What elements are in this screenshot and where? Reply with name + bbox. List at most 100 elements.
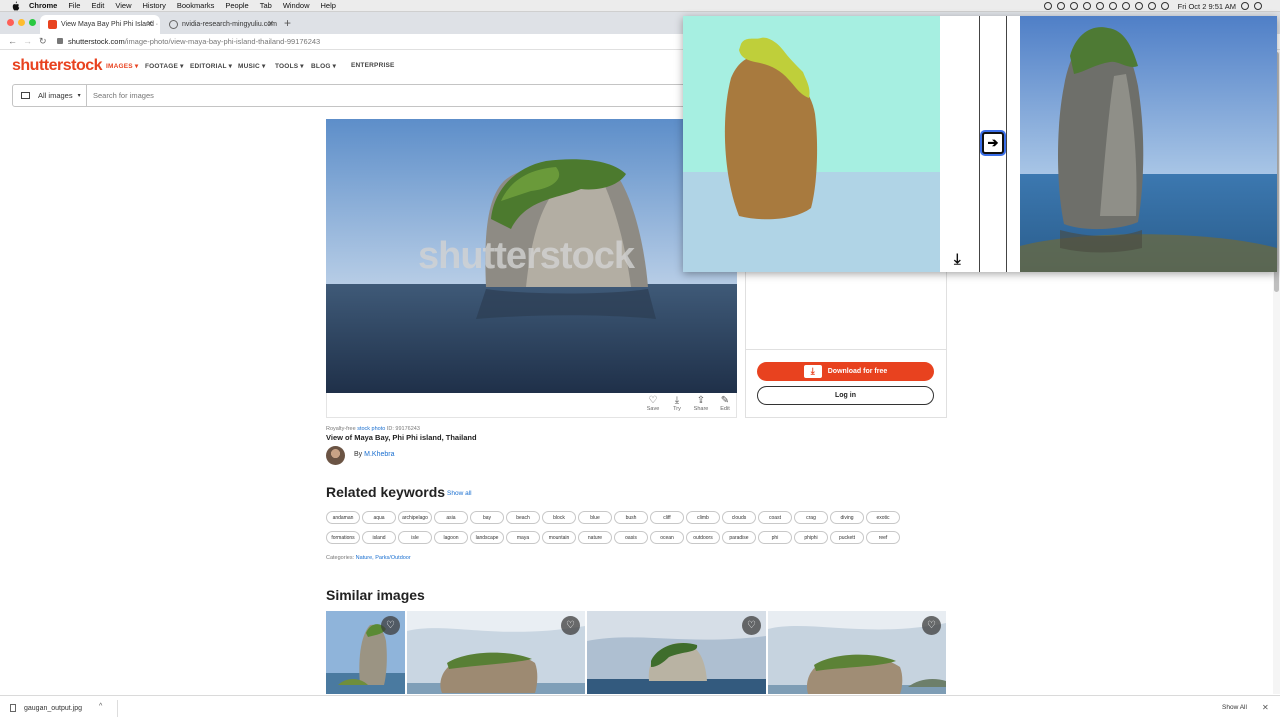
- keyword-chip[interactable]: outdoors: [686, 531, 720, 544]
- status-icon[interactable]: [1082, 2, 1091, 10]
- record-icon[interactable]: [1043, 2, 1052, 10]
- keyword-chip[interactable]: clouds: [722, 511, 756, 524]
- generated-output-image[interactable]: [1020, 16, 1277, 272]
- close-tab-icon[interactable]: ✕: [267, 19, 274, 28]
- minimize-window-button[interactable]: [18, 19, 25, 26]
- close-window-button[interactable]: [7, 19, 14, 26]
- keyword-chip[interactable]: phiphi: [794, 531, 828, 544]
- nav-images[interactable]: IMAGES ▾: [106, 62, 138, 70]
- back-arrow-icon[interactable]: ←: [8, 36, 17, 46]
- wifi-icon[interactable]: [1134, 2, 1143, 10]
- spotlight-icon[interactable]: [1241, 2, 1249, 10]
- downloaded-file-item[interactable]: gaugan_output.jpg: [10, 704, 82, 712]
- heart-icon[interactable]: ♡: [561, 616, 580, 635]
- status-icon[interactable]: [1095, 2, 1104, 10]
- keyword-chip[interactable]: bush: [614, 511, 648, 524]
- download-for-free-button[interactable]: ⤓ Download for free: [757, 362, 934, 381]
- share-button[interactable]: ⇪ Share: [690, 395, 712, 412]
- keyword-chip[interactable]: ocean: [650, 531, 684, 544]
- keyword-chip[interactable]: exotic: [866, 511, 900, 524]
- menu-file[interactable]: File: [68, 1, 80, 10]
- nav-music[interactable]: MUSIC ▾: [238, 62, 265, 70]
- menu-edit[interactable]: Edit: [91, 1, 104, 10]
- status-icon[interactable]: [1121, 2, 1130, 10]
- keyword-chip[interactable]: aqua: [362, 511, 396, 524]
- keyword-chip[interactable]: phi: [758, 531, 792, 544]
- heart-icon[interactable]: ♡: [381, 616, 400, 635]
- new-tab-button[interactable]: +: [284, 16, 291, 30]
- main-photo[interactable]: shutterstock: [326, 119, 737, 393]
- keyword-chip[interactable]: formations: [326, 531, 360, 544]
- keyword-chip[interactable]: oasis: [614, 531, 648, 544]
- stock-photo-link[interactable]: stock photo: [357, 426, 385, 432]
- zoom-window-button[interactable]: [29, 19, 36, 26]
- similar-image-3[interactable]: ♡: [587, 611, 766, 694]
- nav-editorial[interactable]: EDITORIAL ▾: [190, 62, 232, 70]
- similar-image-2[interactable]: ♡: [407, 611, 585, 694]
- menu-people[interactable]: People: [225, 1, 248, 10]
- log-in-button[interactable]: Log in: [757, 386, 934, 405]
- keyword-chip[interactable]: bay: [470, 511, 504, 524]
- similar-image-4[interactable]: ♡: [768, 611, 946, 694]
- download-output-icon[interactable]: ⤓: [954, 251, 961, 268]
- reload-icon[interactable]: ↻: [39, 36, 47, 47]
- forward-arrow-icon[interactable]: →: [23, 36, 32, 46]
- keyword-chip[interactable]: coast: [758, 511, 792, 524]
- close-icon[interactable]: ✕: [1262, 703, 1269, 712]
- keyword-chip[interactable]: crag: [794, 511, 828, 524]
- keyword-chip[interactable]: andaman: [326, 511, 360, 524]
- keyword-chip[interactable]: island: [362, 531, 396, 544]
- apple-icon[interactable]: [11, 0, 21, 11]
- search-input[interactable]: [93, 89, 683, 102]
- menu-bookmarks[interactable]: Bookmarks: [177, 1, 215, 10]
- nav-tools[interactable]: TOOLS ▾: [275, 62, 304, 70]
- menu-view[interactable]: View: [115, 1, 131, 10]
- keyword-chip[interactable]: reef: [866, 531, 900, 544]
- menu-tab[interactable]: Tab: [260, 1, 272, 10]
- menubar-clock[interactable]: Fri Oct 2 9:51 AM: [1178, 2, 1236, 11]
- categories-links[interactable]: Nature, Parks/Outdoor: [356, 555, 411, 561]
- show-all-downloads-button[interactable]: Show All: [1222, 704, 1247, 711]
- heart-icon[interactable]: ♡: [922, 616, 941, 635]
- keyword-chip[interactable]: paradise: [722, 531, 756, 544]
- shutterstock-logo[interactable]: shutterstock: [12, 57, 103, 75]
- try-button[interactable]: ⤓ Try: [666, 395, 688, 412]
- nav-footage[interactable]: FOOTAGE ▾: [145, 62, 184, 70]
- keyword-chip[interactable]: asia: [434, 511, 468, 524]
- avatar[interactable]: [326, 446, 345, 465]
- menu-history[interactable]: History: [143, 1, 166, 10]
- menu-app-name[interactable]: Chrome: [29, 1, 57, 10]
- segmentation-canvas[interactable]: [683, 16, 940, 272]
- menu-help[interactable]: Help: [321, 1, 336, 10]
- status-icon[interactable]: [1108, 2, 1117, 10]
- tab-nvidia-research[interactable]: nvidia-research-mingyuliu.com ✕: [161, 15, 281, 34]
- keyword-chip[interactable]: block: [542, 511, 576, 524]
- control-center-icon[interactable]: [1254, 2, 1262, 10]
- edit-button[interactable]: ✎ Edit: [714, 395, 736, 412]
- keyword-chip[interactable]: diving: [830, 511, 864, 524]
- show-all-keywords-link[interactable]: Show all: [447, 490, 472, 497]
- keyword-chip[interactable]: nature: [578, 531, 612, 544]
- url-field[interactable]: shutterstock.com/image-photo/view-maya-b…: [57, 37, 320, 46]
- volume-icon[interactable]: [1147, 2, 1156, 10]
- similar-image-1[interactable]: ♡: [326, 611, 405, 694]
- render-arrow-button[interactable]: ➔: [982, 132, 1004, 154]
- menu-window[interactable]: Window: [283, 1, 310, 10]
- keyword-chip[interactable]: mountain: [542, 531, 576, 544]
- keyword-chip[interactable]: landscape: [470, 531, 504, 544]
- contributor-link[interactable]: M.Khebra: [364, 451, 394, 458]
- keyword-chip[interactable]: puckett: [830, 531, 864, 544]
- nav-blog[interactable]: BLOG ▾: [311, 62, 336, 70]
- tab-shutterstock[interactable]: View Maya Bay Phi Phi Island · ✕: [40, 15, 160, 34]
- heart-icon[interactable]: ♡: [742, 616, 761, 635]
- keyword-chip[interactable]: archipelago: [398, 511, 432, 524]
- keyword-chip[interactable]: cliff: [650, 511, 684, 524]
- chevron-up-icon[interactable]: ^: [99, 703, 102, 710]
- save-button[interactable]: ♡ Save: [642, 395, 664, 412]
- keyword-chip[interactable]: isle: [398, 531, 432, 544]
- keyword-chip[interactable]: lagoon: [434, 531, 468, 544]
- keyword-chip[interactable]: beach: [506, 511, 540, 524]
- nav-enterprise[interactable]: ENTERPRISE: [351, 62, 395, 69]
- battery-icon[interactable]: [1160, 2, 1169, 10]
- image-type-dropdown[interactable]: All images ▾: [13, 85, 87, 106]
